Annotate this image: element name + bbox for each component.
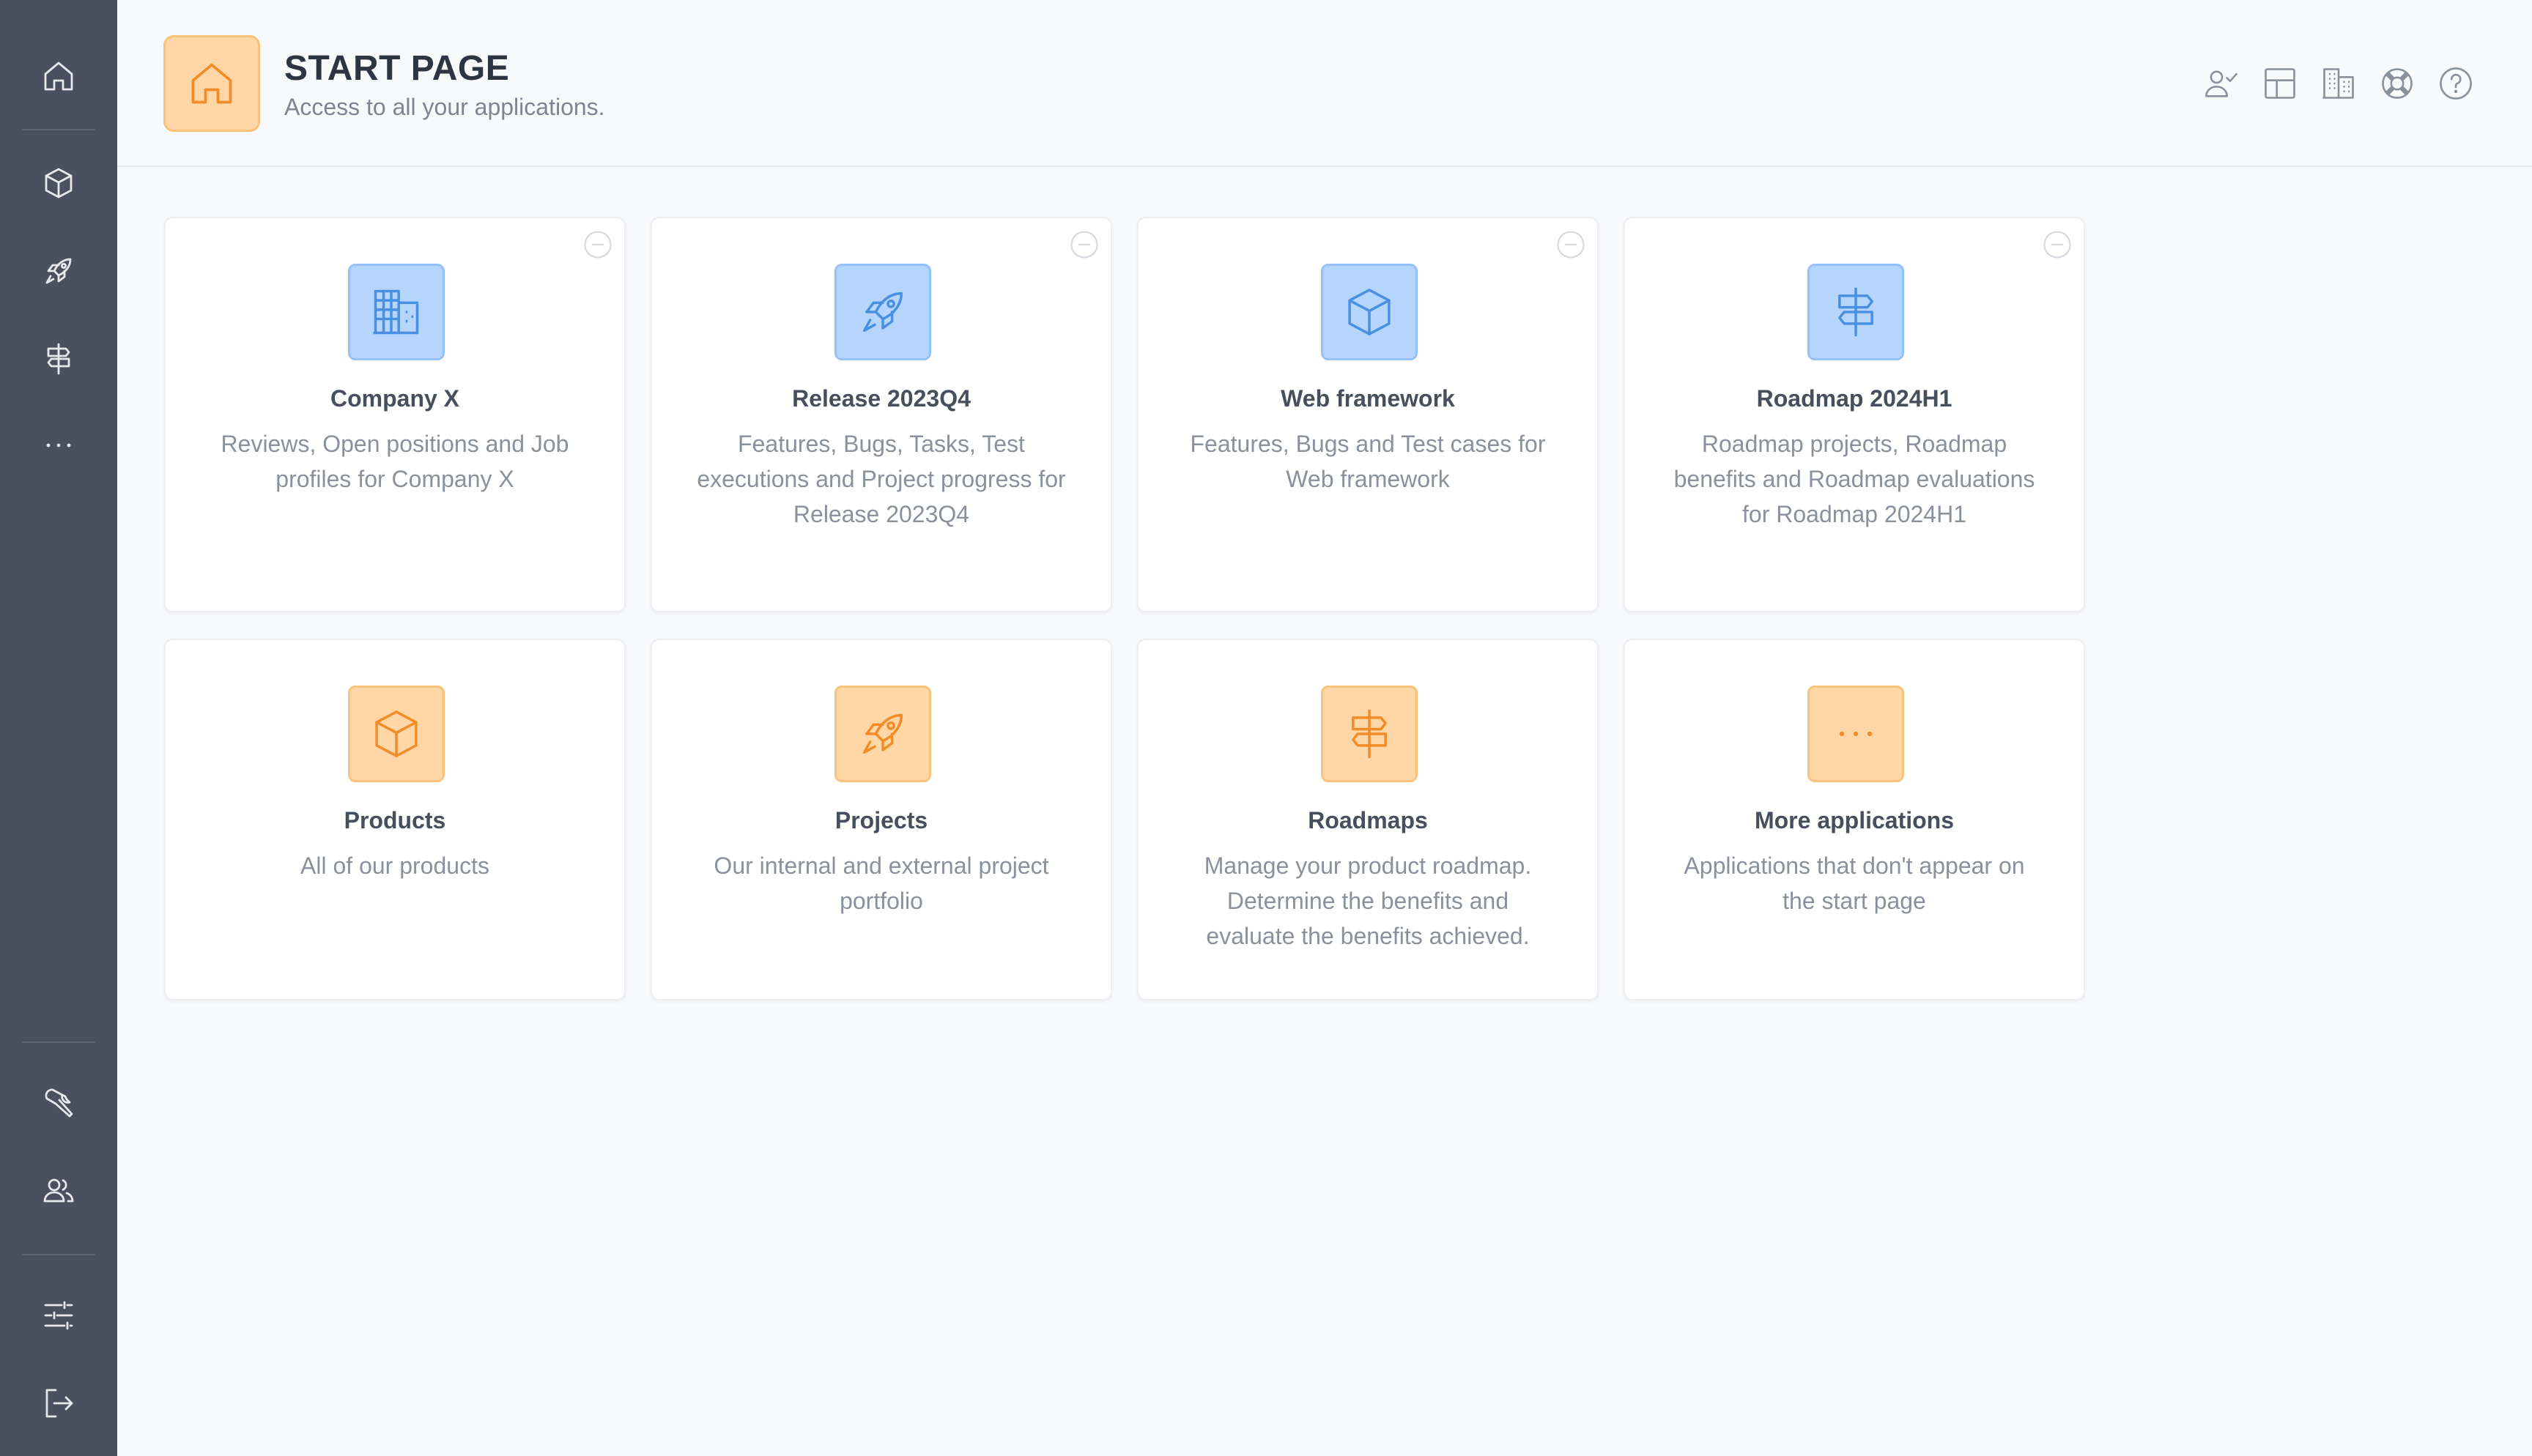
app-card-roadmap-2024h1[interactable]: Roadmap 2024H1 Roadmap projects, Roadmap… [1624,217,2085,612]
user-check-icon [2205,70,2237,97]
rocket-icon [45,258,72,284]
card-title: Projects [834,807,928,833]
sidebar-divider [22,129,95,130]
users-icon [43,1178,74,1203]
card-icon [348,264,445,360]
card-icon [1321,686,1418,782]
minus-circle-icon [2043,231,2071,259]
card-icon [834,264,931,360]
card-icon [1807,686,1904,782]
organization-button[interactable] [2317,62,2361,105]
home-icon [191,63,232,104]
card-description: All of our products [300,853,489,879]
sidebar-item-home[interactable] [29,47,88,105]
app-card-more-applications[interactable]: More applications Applications that don'… [1624,639,2085,1000]
page-header: START PAGE Access to all your applicatio… [117,0,2532,167]
card-icon [1321,264,1418,360]
page-icon [163,35,260,132]
card-title: Roadmaps [1308,807,1428,833]
card-description: Features, Bugs, Tasks, Test executions a… [697,431,1066,527]
signpost-icon [1838,287,1873,337]
more-icon [46,443,71,447]
card-icon [348,686,445,782]
sliders-icon [44,1301,73,1330]
lifebuoy-icon [2382,68,2413,99]
minus-circle-icon [584,231,612,259]
support-button[interactable] [2375,62,2419,105]
signpost-icon [47,343,70,375]
sidebar [0,0,117,1456]
app-card-release-2023q4[interactable]: Release 2023Q4 Features, Bugs, Tasks, Te… [651,217,1112,612]
page-subtitle: Access to all your applications. [284,94,605,120]
more-icon [1839,731,1873,737]
card-description: Our internal and external project portfo… [714,853,1049,914]
card-title: Web framework [1281,385,1455,412]
sidebar-item-products[interactable] [29,154,88,212]
minus-circle-icon [1557,231,1585,259]
layout-icon [2265,68,2295,99]
card-description: Reviews, Open positions and Job profiles… [221,431,569,492]
app-card-roadmaps[interactable]: Roadmaps Manage your product roadmap. De… [1137,639,1599,1000]
card-icon [1807,264,1904,360]
buildings-icon [2322,68,2354,99]
signpost-icon [1352,709,1387,759]
my-tasks-button[interactable] [2199,62,2243,105]
app-card-company-x[interactable]: Company X Reviews, Open positions and Jo… [164,217,626,612]
page-title: START PAGE [284,49,510,88]
card-description: Roadmap projects, Roadmap benefits and R… [1673,431,2035,527]
box-icon [1348,289,1391,335]
card-description: Applications that don't appear on the st… [1684,853,2025,914]
layout-button[interactable] [2258,62,2302,105]
card-icon [834,686,931,782]
logout-icon [45,1389,73,1418]
wrench-icon [45,1088,73,1118]
remove-from-start-button[interactable] [582,229,614,261]
app-card-projects[interactable]: Projects Our internal and external proje… [651,639,1112,1000]
box-icon [45,168,73,198]
card-title: Release 2023Q4 [792,385,971,412]
sidebar-item-users[interactable] [29,1162,88,1220]
card-title: More applications [1754,807,1955,833]
card-title: Products [344,807,446,833]
sidebar-item-logout[interactable] [29,1374,88,1433]
app-card-products[interactable]: Products All of our products [164,639,626,1000]
rocket-icon [862,713,903,754]
box-icon [375,710,418,757]
sidebar-item-roadmaps[interactable] [29,330,88,388]
sidebar-divider [22,1254,95,1255]
help-icon [2440,67,2472,100]
sidebar-divider [22,1041,95,1043]
remove-from-start-button[interactable] [2041,229,2073,261]
rocket-icon [862,291,903,333]
help-button[interactable] [2434,62,2478,105]
remove-from-start-button[interactable] [1068,229,1100,261]
sidebar-item-settings[interactable] [29,1286,88,1345]
minus-circle-icon [1070,231,1098,259]
card-title: Company X [330,385,460,412]
card-description: Manage your product roadmap. Determine t… [1204,853,1532,949]
card-description: Features, Bugs and Test cases for Web fr… [1190,431,1546,492]
app-card-web-framework[interactable]: Web framework Features, Bugs and Test ca… [1137,217,1599,612]
sidebar-item-tools[interactable] [29,1074,88,1132]
sidebar-item-projects[interactable] [29,242,88,300]
remove-from-start-button[interactable] [1555,229,1587,261]
home-icon [44,62,73,91]
sidebar-item-more[interactable] [29,416,88,475]
building-icon [373,289,419,335]
card-title: Roadmap 2024H1 [1756,385,1952,412]
